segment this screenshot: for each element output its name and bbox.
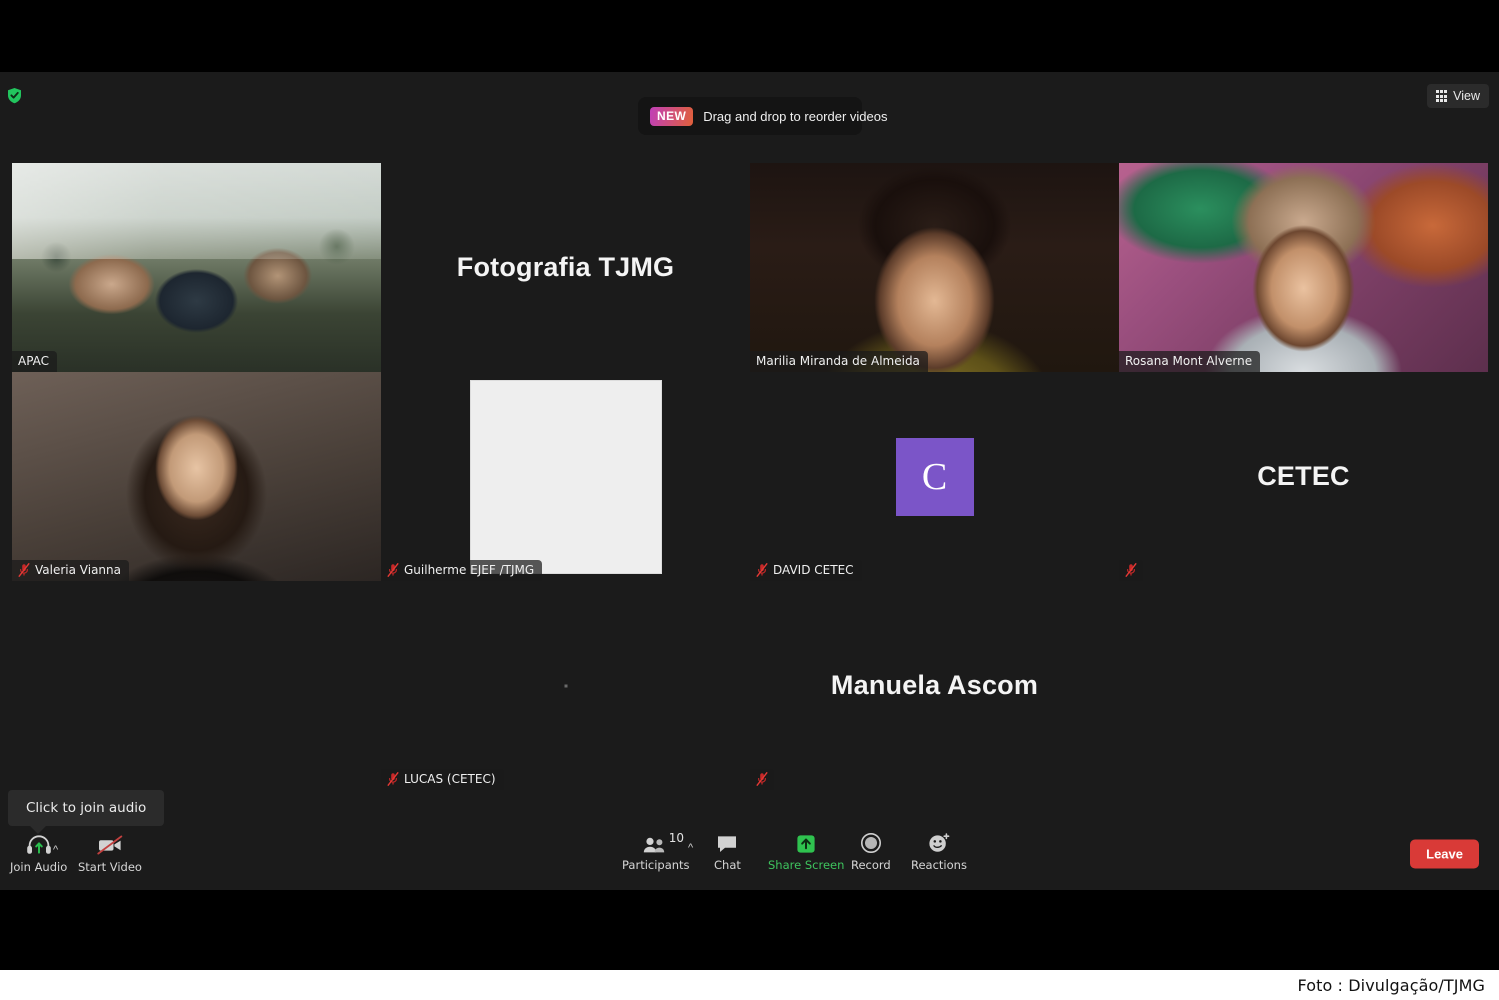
video-tile-rosana-mont-alverne[interactable]: Rosana Mont Alverne (1119, 163, 1488, 372)
video-tile-empty-left (12, 581, 381, 790)
video-tile-manuela-ascom[interactable]: Manuela Ascom (750, 581, 1119, 790)
record-circle-icon (860, 832, 882, 854)
participant-display-name: CETEC (1257, 461, 1350, 491)
participant-name: Valeria Vianna (35, 563, 121, 577)
start-video-button[interactable]: Start Video (78, 834, 142, 874)
video-feed-rosana (1119, 163, 1488, 372)
record-label: Record (851, 858, 891, 872)
microphone-muted-icon (756, 563, 768, 577)
participant-name: Rosana Mont Alverne (1125, 354, 1253, 368)
grid-icon (1435, 90, 1448, 102)
reorder-videos-banner[interactable]: NEW Drag and drop to reorder videos (638, 97, 887, 135)
name-plate: Rosana Mont Alverne (1119, 351, 1261, 372)
video-tile-cetec[interactable]: CETEC (1119, 372, 1488, 581)
record-button[interactable]: Record (851, 832, 891, 872)
name-plate: Guilherme EJEF /TJMG (381, 560, 543, 581)
participant-display-name: Fotografia TJMG (456, 252, 675, 282)
participants-chevron-icon[interactable]: ^ (688, 842, 693, 854)
meeting-toolbar: Click to join audio Join Audio ^ Start V… (0, 790, 1499, 890)
microphone-muted-icon (1125, 563, 1137, 577)
name-plate: APAC (12, 351, 58, 372)
leave-button[interactable]: Leave (1410, 839, 1479, 869)
join-audio-tooltip: Click to join audio (8, 790, 165, 834)
microphone-muted-icon (387, 563, 399, 577)
chat-bubble-icon (716, 832, 738, 854)
share-screen-label: Share Screen (768, 858, 845, 872)
participants-icon: 10 (643, 831, 684, 854)
join-audio-button[interactable]: Join Audio (10, 834, 67, 874)
share-screen-icon (795, 832, 817, 854)
meeting-window: View NEW Drag and drop to reorder videos… (0, 72, 1499, 890)
join-audio-label: Join Audio (10, 860, 68, 874)
headset-icon (26, 834, 52, 856)
shared-document-preview (470, 380, 661, 573)
video-feed-valeria (12, 372, 381, 581)
video-tile-david-cetec[interactable]: C DAVID CETEC (750, 372, 1119, 581)
video-tile-marilia-miranda-de-almeida[interactable]: Marilia Miranda de Almeida (750, 163, 1119, 372)
video-tile-valeria-vianna[interactable]: Valeria Vianna (12, 372, 381, 581)
view-button-label: View (1453, 89, 1480, 103)
chat-button[interactable]: Chat (714, 832, 741, 872)
banner-message: Drag and drop to reorder videos (703, 108, 888, 124)
microphone-muted-icon (756, 772, 768, 786)
view-button[interactable]: View (1426, 84, 1489, 108)
new-badge: NEW (650, 106, 694, 126)
video-tile-guilherme-ejef-tjmg[interactable]: Guilherme EJEF /TJMG (381, 372, 750, 581)
share-screen-button[interactable]: Share Screen (768, 832, 844, 872)
letterbox-top (0, 0, 1499, 72)
participant-name: Guilherme EJEF /TJMG (404, 563, 535, 577)
avatar: C (895, 437, 974, 516)
camera-off-icon (96, 834, 124, 856)
participants-count: 10 (668, 831, 685, 845)
name-plate: DAVID CETEC (750, 560, 862, 581)
video-tile-empty-right (1119, 581, 1488, 790)
reactions-smiley-icon (927, 832, 951, 854)
participants-label: Participants (622, 858, 690, 872)
video-feed-apac (12, 163, 381, 372)
video-tile-fotografia-tjmg[interactable]: Fotografia TJMG (381, 163, 750, 372)
start-video-label: Start Video (78, 860, 142, 874)
participant-name: Marilia Miranda de Almeida (756, 354, 920, 368)
participant-name: DAVID CETEC (773, 563, 854, 577)
reactions-button[interactable]: Reactions (911, 832, 967, 872)
name-plate (1119, 560, 1143, 581)
video-gallery-grid: APAC Fotografia TJMG Marilia Miranda de … (12, 163, 1488, 790)
zoom-meeting-screenshot: View NEW Drag and drop to reorder videos… (0, 0, 1499, 1000)
participant-display-name: Manuela Ascom (830, 670, 1039, 700)
photo-credit-bar: Foto : Divulgação/TJMG (0, 970, 1499, 1000)
microphone-muted-icon (18, 563, 30, 577)
video-feed-marilia (750, 163, 1119, 372)
participant-name: APAC (18, 354, 50, 368)
shield-check-icon[interactable] (5, 86, 23, 104)
video-placeholder-dot (564, 684, 567, 687)
name-plate (750, 769, 774, 790)
participants-button[interactable]: 10 Participants (622, 831, 690, 872)
photo-credit: Foto : Divulgação/TJMG (1297, 975, 1485, 995)
video-tile-apac[interactable]: APAC (12, 163, 381, 372)
name-plate: Marilia Miranda de Almeida (750, 351, 928, 372)
name-plate: Valeria Vianna (12, 560, 129, 581)
microphone-muted-icon (387, 772, 399, 786)
reactions-label: Reactions (911, 858, 967, 872)
chat-label: Chat (714, 858, 741, 872)
video-tile-lucas-cetec[interactable]: LUCAS (CETEC) (381, 581, 750, 790)
letterbox-bottom (0, 890, 1499, 970)
participant-name: LUCAS (CETEC) (404, 772, 496, 786)
name-plate: LUCAS (CETEC) (381, 769, 504, 790)
audio-options-chevron-icon[interactable]: ^ (53, 844, 58, 856)
